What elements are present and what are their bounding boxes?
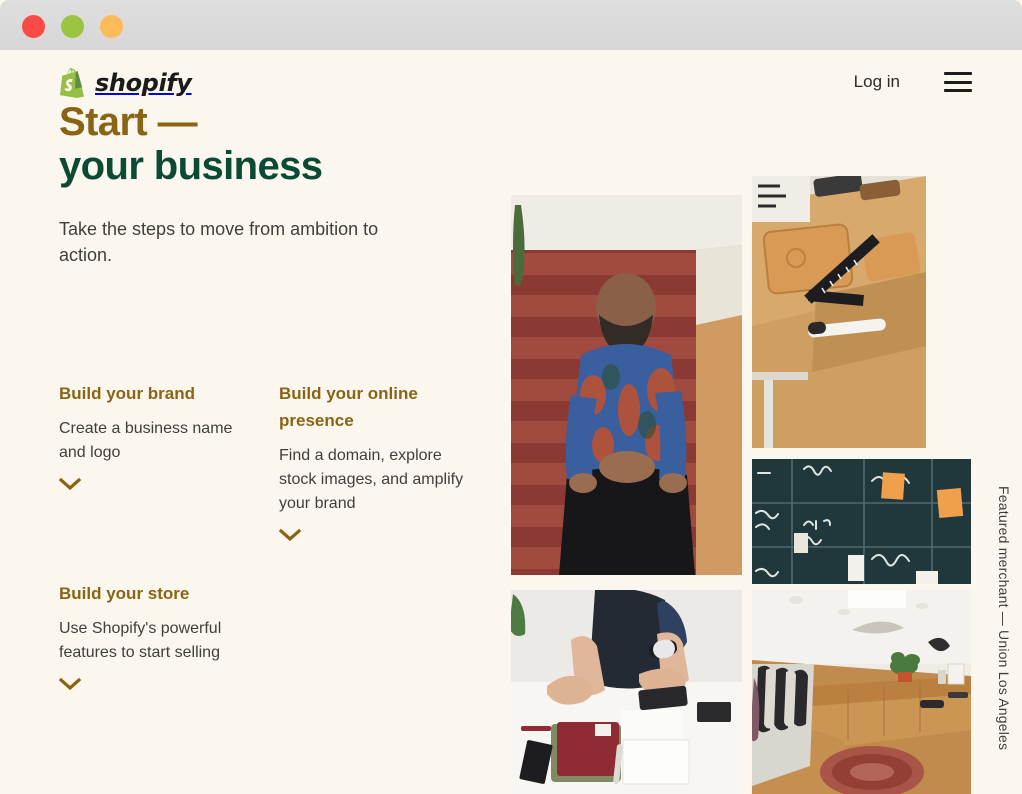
- minimize-window-button[interactable]: [61, 15, 84, 38]
- page-content: shopify Log in Start — your business Tak…: [0, 50, 1022, 794]
- maximize-window-button[interactable]: [100, 15, 123, 38]
- photo-gallery: [0, 50, 1022, 794]
- close-window-button[interactable]: [22, 15, 45, 38]
- photo-strategy-blackboard: [752, 459, 971, 584]
- photo-retail-store: [752, 590, 971, 794]
- window-titlebar: [0, 0, 1022, 50]
- photo-merchant-portrait: [511, 195, 742, 575]
- photo-desk-notebooks: [511, 590, 742, 794]
- photo-leather-workbench: [752, 176, 926, 448]
- browser-window: shopify Log in Start — your business Tak…: [0, 0, 1022, 794]
- window-controls: [22, 15, 123, 38]
- featured-merchant-caption: Featured merchant — Union Los Angeles: [996, 486, 1012, 751]
